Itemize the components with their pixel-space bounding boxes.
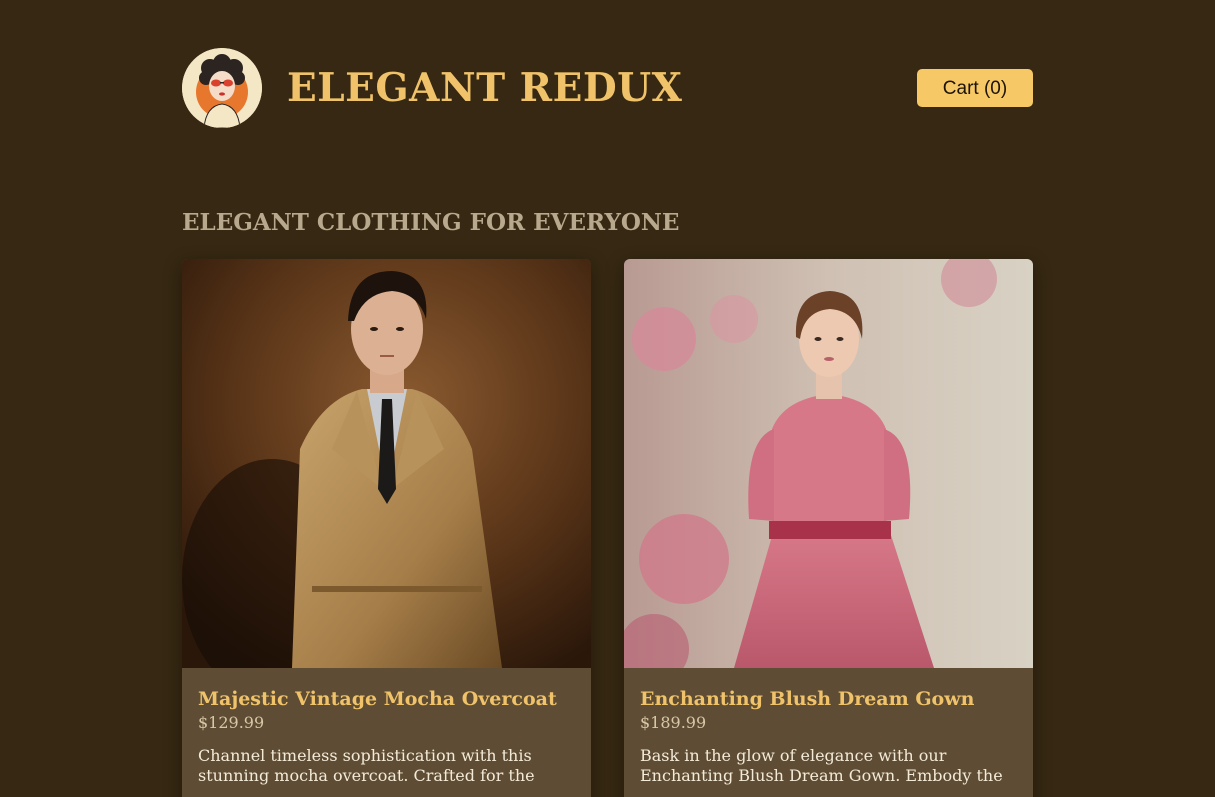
product-card[interactable]: Enchanting Blush Dream Gown $189.99 Bask… xyxy=(624,259,1033,797)
site-header: ELEGANT REDUX Cart (0) xyxy=(182,48,1033,128)
section-title: ELEGANT CLOTHING FOR EVERYONE xyxy=(182,209,680,236)
woman-with-sunglasses-logo-icon[interactable] xyxy=(182,48,262,128)
product-price: $129.99 xyxy=(198,713,265,732)
card-body: Enchanting Blush Dream Gown $189.99 Bask… xyxy=(624,668,1033,786)
card-body: Majestic Vintage Mocha Overcoat $129.99 … xyxy=(182,668,591,786)
product-name[interactable]: Enchanting Blush Dream Gown xyxy=(640,668,1017,712)
cart-button[interactable]: Cart (0) xyxy=(917,69,1033,107)
page: ELEGANT REDUX Cart (0) ELEGANT CLOTHING … xyxy=(0,0,1215,797)
product-card[interactable]: Majestic Vintage Mocha Overcoat $129.99 … xyxy=(182,259,591,797)
man-in-trench-coat-photo-icon[interactable] xyxy=(182,259,591,668)
product-description: Bask in the glow of elegance with our En… xyxy=(640,746,1003,785)
product-description: Channel timeless sophistication with thi… xyxy=(198,746,535,785)
woman-in-pink-dress-photo-icon[interactable] xyxy=(624,259,1033,668)
product-name[interactable]: Majestic Vintage Mocha Overcoat xyxy=(198,668,575,712)
brand-name[interactable]: ELEGANT REDUX xyxy=(287,64,682,112)
product-price: $189.99 xyxy=(640,713,707,732)
